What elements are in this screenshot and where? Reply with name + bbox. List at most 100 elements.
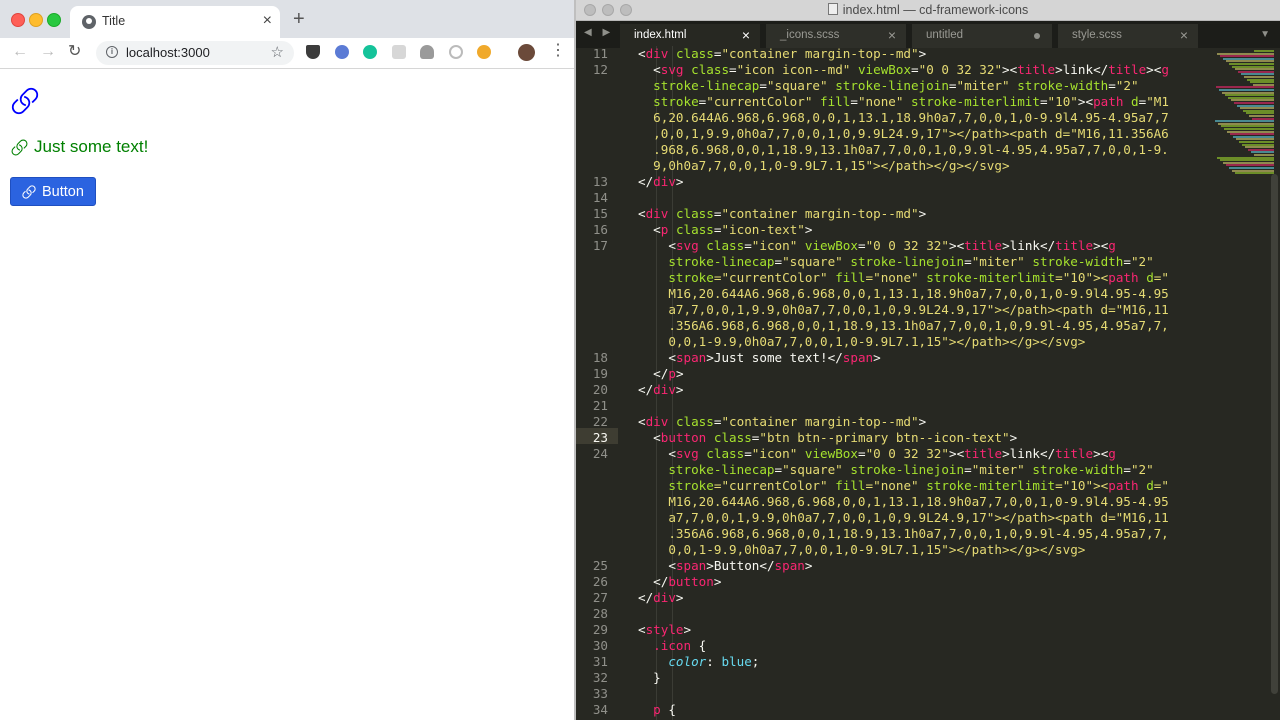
profile-avatar[interactable]: [518, 44, 535, 61]
kebab-menu-icon[interactable]: ⋮: [550, 42, 566, 60]
editor-tab-bar: ◀ ▶ index.html × _icons.scss × untitled …: [576, 21, 1280, 48]
line-number: 28: [592, 606, 608, 621]
document-icon: [827, 3, 838, 15]
minimap[interactable]: [1210, 46, 1280, 186]
code-line[interactable]: }: [638, 670, 661, 686]
close-tab-icon[interactable]: ×: [1180, 27, 1188, 43]
code-line[interactable]: <svg class="icon" viewBox="0 0 32 32"><t…: [638, 446, 1116, 462]
close-window-button[interactable]: [11, 13, 25, 27]
reload-icon[interactable]: ↻: [68, 43, 81, 61]
maximize-window-button[interactable]: [47, 13, 61, 27]
editor-tab-label: style.scss: [1072, 29, 1122, 41]
code-line[interactable]: p {: [638, 702, 676, 718]
line-number: 19: [592, 366, 608, 381]
code-line[interactable]: </button>: [638, 574, 721, 590]
link-icon: [11, 139, 28, 155]
editor-tab-label: untitled: [926, 29, 964, 41]
code-line[interactable]: stroke-linecap="square" stroke-linejoin=…: [638, 254, 1153, 270]
code-line[interactable]: <svg class="icon icon--md" viewBox="0 0 …: [638, 62, 1169, 78]
code-line[interactable]: <span>Button</span>: [638, 558, 812, 574]
minimize-window-button[interactable]: [29, 13, 43, 27]
code-line[interactable]: <p class="icon-text">: [638, 222, 812, 238]
code-line[interactable]: M16,20.644A6.968,6.968,0,0,1,13.1,18.9h0…: [638, 494, 1168, 510]
line-number-gutter: 11 12 13 14 15 16 17 18 19 20 21 22 23 24 25 26 27 28 29 30…: [576, 46, 622, 720]
line-number: 33: [592, 686, 608, 701]
line-number: 27: [592, 590, 608, 605]
pocket-extension-icon[interactable]: [306, 45, 320, 59]
code-line[interactable]: <div class="container margin-top--md">: [638, 206, 926, 222]
code-line[interactable]: stroke-linecap="square" stroke-linejoin=…: [638, 462, 1153, 478]
code-line[interactable]: ,0,0,1,9.9,0h0a7,7,0,0,1,0,9.9L24.9,17">…: [638, 126, 1169, 142]
code-line[interactable]: 0,0,1-9.9,0h0a7,7,0,0,1,0-9.9L7.1,15"></…: [638, 334, 1085, 350]
code-line[interactable]: <style>: [638, 622, 691, 638]
code-line[interactable]: <button class="btn btn--primary btn--ico…: [638, 430, 1017, 446]
close-tab-icon[interactable]: ×: [742, 27, 750, 43]
code-area[interactable]: 11 12 13 14 15 16 17 18 19 20 21 22 23 24 25 26 27 28 29 30…: [576, 46, 1280, 720]
code-line[interactable]: </p>: [638, 366, 683, 382]
browser-tab-strip: Title × +: [0, 0, 574, 38]
line-number: 17: [592, 238, 608, 253]
grammarly-extension-icon[interactable]: [363, 45, 377, 59]
close-tab-icon[interactable]: ×: [888, 27, 896, 43]
address-bar[interactable]: i localhost:3000 ☆: [96, 41, 294, 65]
address-bar-url[interactable]: localhost:3000: [126, 45, 210, 60]
editor-tab-index-html[interactable]: index.html ×: [620, 24, 760, 48]
minimap-row: [1235, 172, 1274, 175]
code-line[interactable]: stroke="currentColor" fill="none" stroke…: [638, 94, 1169, 110]
target-extension-icon[interactable]: [449, 45, 463, 59]
code-line[interactable]: </div>: [638, 382, 684, 398]
editor-title-bar: index.html — cd-framework-icons: [576, 0, 1280, 21]
line-number: 20: [592, 382, 608, 397]
line-number: 11: [592, 46, 608, 61]
editor-tab-icons-scss[interactable]: _icons.scss ×: [766, 24, 906, 48]
editor-tab-label: _icons.scss: [780, 29, 840, 41]
code-line[interactable]: <svg class="icon" viewBox="0 0 32 32"><t…: [638, 238, 1116, 254]
cloud-extension-icon[interactable]: [420, 45, 434, 59]
line-number: 18: [592, 350, 608, 365]
editor-tab-untitled[interactable]: untitled: [912, 24, 1052, 48]
bookmark-star-icon[interactable]: ☆: [271, 43, 284, 61]
code-line[interactable]: a7,7,0,0,1,9.9,0h0a7,7,0,0,1,0,9.9L24.9,…: [638, 510, 1168, 526]
code-line[interactable]: <div class="container margin-top--md">: [638, 414, 926, 430]
unsaved-dot-icon[interactable]: [1034, 33, 1040, 39]
code-line[interactable]: </div>: [638, 174, 684, 190]
code-line[interactable]: color: blue;: [638, 654, 759, 670]
code-line[interactable]: .356A6.968,6.968,0,0,1,18.9,13.1h0a7,7,0…: [638, 318, 1168, 334]
vertical-scrollbar[interactable]: [1271, 174, 1278, 694]
code-line[interactable]: stroke="currentColor" fill="none" stroke…: [638, 270, 1169, 286]
new-tab-icon[interactable]: +: [293, 9, 305, 29]
tab-list-dropdown-icon[interactable]: ▼: [1260, 29, 1270, 40]
browser-tab[interactable]: Title ×: [70, 6, 280, 38]
code-line[interactable]: a7,7,0,0,1,9.9,0h0a7,7,0,0,1,0,9.9L24.9,…: [638, 302, 1168, 318]
code-line[interactable]: <span>Just some text!</span>: [638, 350, 880, 366]
code-line[interactable]: stroke="currentColor" fill="none" stroke…: [638, 478, 1169, 494]
line-number: 32: [592, 670, 608, 685]
code-line[interactable]: stroke-linecap="square" stroke-linejoin=…: [638, 78, 1138, 94]
icon-text-label: Just some text!: [34, 137, 149, 156]
code-line[interactable]: .356A6.968,6.968,0,0,1,18.9,13.1h0a7,7,0…: [638, 526, 1168, 542]
line-number: 23: [592, 430, 608, 445]
back-arrow-icon[interactable]: ←: [12, 43, 28, 61]
forward-arrow-icon[interactable]: →: [40, 43, 56, 61]
extension-icon[interactable]: [335, 45, 349, 59]
line-number: 29: [592, 622, 608, 637]
page-viewport: Just some text! Button: [0, 69, 574, 720]
editor-tab-style-scss[interactable]: style.scss ×: [1058, 24, 1198, 48]
code-line[interactable]: .icon {: [638, 638, 706, 654]
grid-extension-icon[interactable]: [392, 45, 406, 59]
primary-icon-button[interactable]: Button: [10, 177, 96, 206]
code-line[interactable]: M16,20.644A6.968,6.968,0,0,1,13.1,18.9h0…: [638, 286, 1168, 302]
browser-tab-title: Title: [102, 14, 126, 28]
code-line[interactable]: </div>: [638, 590, 684, 606]
code-line[interactable]: <div class="container margin-top--md">: [638, 46, 926, 62]
line-number: 30: [592, 638, 608, 653]
code-line[interactable]: .968,6.968,0,0,1,18.9,13.1h0a7,7,0,0,1,0…: [638, 142, 1169, 158]
gear-extension-icon[interactable]: [477, 45, 491, 59]
tab-nav-arrows-icon[interactable]: ◀ ▶: [584, 27, 614, 38]
code-line[interactable]: 6,20.644A6.968,6.968,0,0,1,13.1,18.9h0a7…: [638, 110, 1169, 126]
github-favicon-icon: [82, 15, 96, 29]
code-line[interactable]: 9,0h0a7,7,0,0,1,0-9.9L7.1,15"></path></g…: [638, 158, 1009, 174]
info-icon[interactable]: i: [106, 46, 118, 58]
code-line[interactable]: 0,0,1-9.9,0h0a7,7,0,0,1,0-9.9L7.1,15"></…: [638, 542, 1085, 558]
close-tab-icon[interactable]: ×: [263, 12, 272, 30]
